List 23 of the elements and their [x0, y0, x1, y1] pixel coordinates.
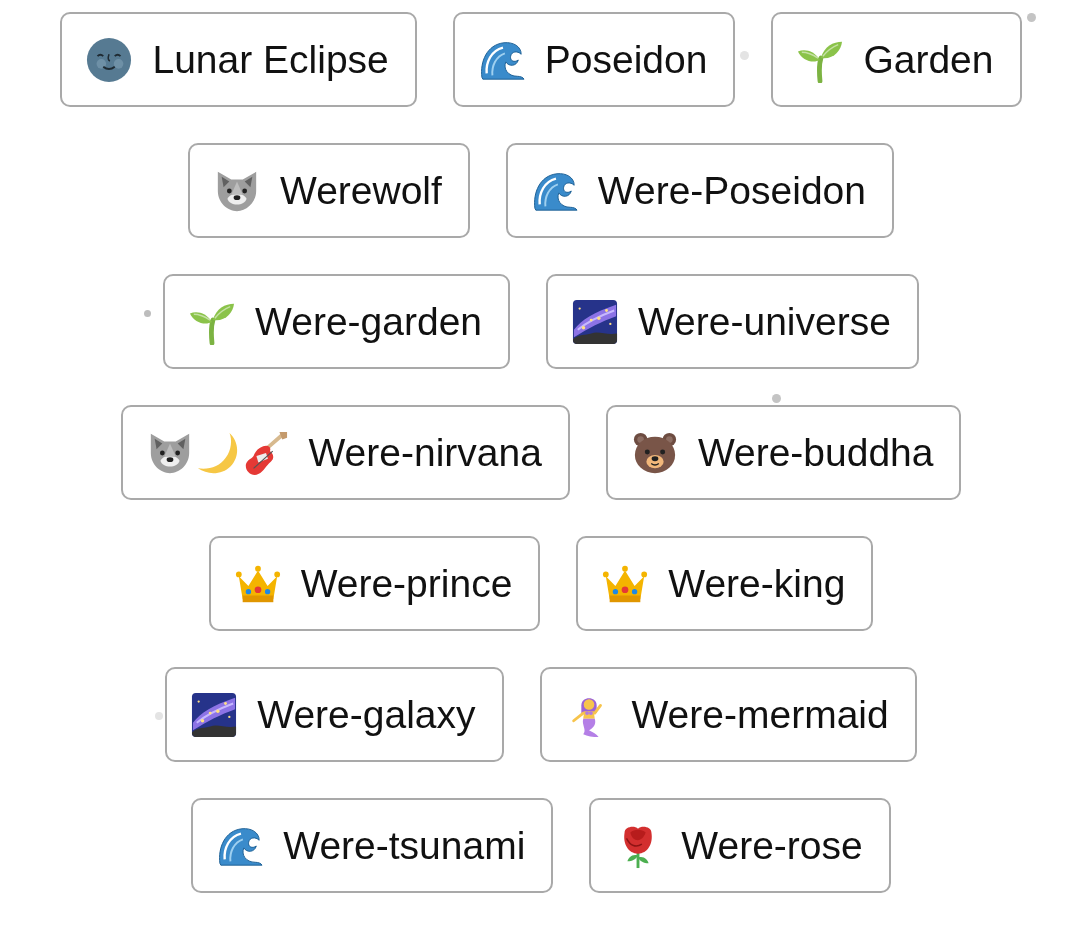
- dot-icon: [772, 394, 781, 403]
- galaxy-icon: [572, 298, 618, 345]
- dot-icon: [144, 310, 151, 317]
- moon-face-icon: [86, 36, 133, 83]
- item-button[interactable]: Werewolf: [188, 143, 470, 238]
- item-button[interactable]: Garden: [771, 12, 1022, 107]
- item-button[interactable]: Were-tsunami: [191, 798, 554, 893]
- galaxy-icon: [191, 691, 238, 738]
- item-button[interactable]: Were-universe: [546, 274, 919, 369]
- item-button[interactable]: Were-buddha: [605, 405, 962, 500]
- item-button[interactable]: Were-king: [576, 536, 874, 631]
- item-button[interactable]: Were-prince: [208, 536, 541, 631]
- item-button[interactable]: Were-nirvana: [120, 405, 570, 500]
- dot-icon: [740, 51, 749, 60]
- item-button[interactable]: Were-garden: [163, 274, 510, 369]
- item-button[interactable]: Were-rose: [589, 798, 891, 893]
- item-button[interactable]: Poseidon: [452, 12, 736, 107]
- dot-icon: [155, 712, 163, 720]
- item-button[interactable]: Lunar Eclipse: [60, 12, 417, 107]
- item-button[interactable]: Were-Poseidon: [505, 143, 894, 238]
- item-button[interactable]: Were-galaxy: [165, 667, 504, 762]
- dot-icon: [1027, 13, 1036, 22]
- item-button[interactable]: Were-mermaid: [539, 667, 917, 762]
